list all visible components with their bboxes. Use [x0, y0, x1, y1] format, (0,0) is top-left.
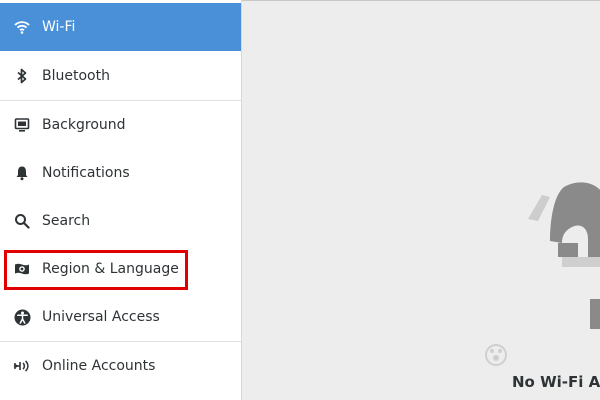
sidebar-item-label: Universal Access [42, 309, 160, 325]
wifi-content-panel: No Wi-Fi A [242, 0, 600, 400]
bluetooth-icon [13, 67, 31, 85]
empty-state-title: No Wi-Fi A [512, 373, 600, 391]
sidebar-item-bluetooth[interactable]: Bluetooth [0, 52, 241, 100]
sidebar-item-online-accounts[interactable]: Online Accounts [0, 342, 241, 390]
sidebar-item-label: Search [42, 213, 91, 229]
sidebar-item-universal-access[interactable]: Universal Access [0, 293, 241, 341]
sidebar-item-search[interactable]: Search [0, 197, 241, 245]
bell-icon [13, 164, 31, 182]
wifi-icon [13, 18, 31, 36]
sidebar-item-label: Wi-Fi [42, 19, 76, 35]
sidebar-item-label: Notifications [42, 165, 130, 181]
sidebar-item-background[interactable]: Background [0, 101, 241, 149]
sidebar-item-label: Online Accounts [42, 358, 156, 374]
accessibility-icon [13, 308, 31, 326]
no-wifi-icon [528, 179, 600, 343]
background-icon [13, 116, 31, 134]
sidebar-item-label: Background [42, 117, 126, 133]
search-icon [13, 212, 31, 230]
settings-window: Wi-Fi Bluetooth Background Notifications… [0, 0, 600, 400]
highlight-annotation-box [4, 250, 188, 290]
sidebar-item-wifi[interactable]: Wi-Fi [0, 3, 241, 51]
sidebar-item-notifications[interactable]: Notifications [0, 149, 241, 197]
online-accounts-icon [13, 357, 31, 375]
sidebar-item-label: Bluetooth [42, 68, 110, 84]
settings-sidebar: Wi-Fi Bluetooth Background Notifications… [0, 0, 242, 400]
